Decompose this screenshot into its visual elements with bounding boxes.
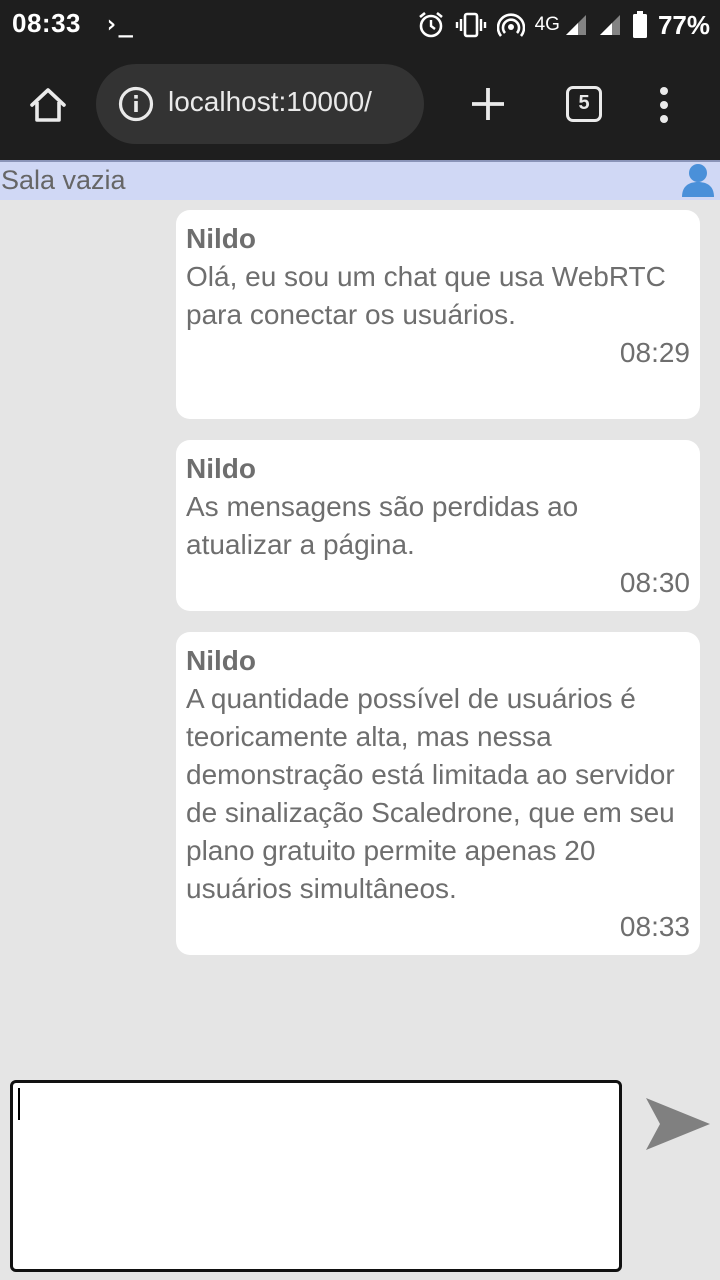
info-icon[interactable]	[118, 86, 154, 122]
message-text: As mensagens são perdidas ao atualizar a…	[186, 491, 579, 560]
hotspot-icon	[496, 13, 525, 37]
tabs-icon[interactable]: 5	[566, 86, 602, 122]
more-vert-icon[interactable]	[650, 84, 678, 126]
network-type: 4G	[534, 14, 560, 35]
battery-percentage: 77%	[657, 9, 710, 40]
status-time: 08:33	[12, 8, 81, 38]
user-icon[interactable]	[680, 162, 716, 198]
status-bar: 08:33 ›_ 4G 77%	[0, 0, 720, 50]
alarm-icon	[418, 11, 443, 38]
send-icon[interactable]	[644, 1096, 712, 1152]
message-time: 08:30	[619, 567, 690, 598]
message-text: Olá, eu sou um chat que usa WebRTC para …	[186, 261, 666, 330]
message-time: 08:33	[619, 911, 690, 942]
message-text: A quantidade possível de usuários é teor…	[186, 683, 675, 904]
room-title: Sala vazia	[1, 165, 126, 195]
browser-toolbar: localhost:10000/ 5	[0, 50, 720, 160]
address-bar[interactable]: localhost:10000/	[96, 64, 424, 144]
text-caret	[18, 1088, 20, 1120]
signal-icon	[565, 15, 586, 35]
message-list: Nildo Olá, eu sou um chat que usa WebRTC…	[0, 200, 720, 1060]
message-sender: Nildo	[186, 223, 256, 254]
url-text: localhost:10000/	[168, 86, 372, 117]
plus-icon[interactable]	[468, 84, 508, 124]
message-bubble: Nildo As mensagens são perdidas ao atual…	[176, 440, 700, 611]
message-bubble: Nildo Olá, eu sou um chat que usa WebRTC…	[176, 210, 700, 419]
home-icon[interactable]	[26, 83, 70, 127]
message-bubble: Nildo A quantidade possível de usuários …	[176, 632, 700, 955]
battery-icon	[632, 11, 647, 38]
message-sender: Nildo	[186, 645, 256, 676]
vibrate-icon	[455, 12, 486, 38]
room-header: Sala vazia	[0, 160, 720, 200]
message-sender: Nildo	[186, 453, 256, 484]
message-input[interactable]	[10, 1080, 622, 1272]
status-icons: 4G 77%	[417, 8, 710, 42]
message-time: 08:29	[619, 337, 690, 368]
signal-icon	[599, 15, 620, 35]
terminal-icon: ›_	[104, 10, 133, 38]
